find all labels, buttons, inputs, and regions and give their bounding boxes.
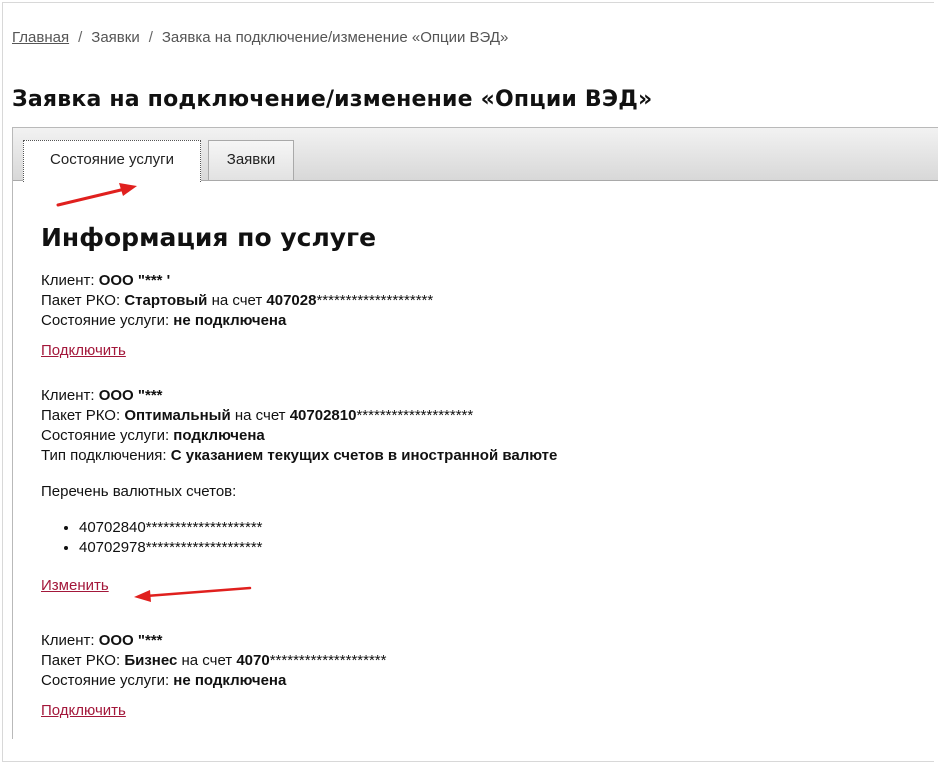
package-label: Пакет РКО: <box>41 652 121 669</box>
package-line: Пакет РКО: Оптимальный на счет 40702810*… <box>41 406 557 426</box>
annotation-arrow-icon <box>56 183 137 207</box>
account-prefix: 407028 <box>266 292 317 309</box>
breadcrumb: Главная / Заявки / Заявка на подключение/изм… <box>12 29 508 46</box>
package-line: Пакет РКО: Стартовый на счет 407028*****… <box>41 291 433 311</box>
state-value: не подключена <box>173 312 287 329</box>
state-label: Состояние услуги: <box>41 672 170 689</box>
package-value: Стартовый <box>124 292 208 309</box>
package-label: Пакет РКО: <box>41 407 121 424</box>
service-card: Клиент: ООО "*** Пакет РКО: Бизнес на сч… <box>41 631 386 721</box>
package-label: Пакет РКО: <box>41 292 121 309</box>
account-prefix: 40702840 <box>79 519 146 536</box>
package-value: Бизнес <box>124 652 178 669</box>
account-prefix: 4070 <box>236 652 270 669</box>
package-value: Оптимальный <box>124 407 231 424</box>
tab-panel: Состояние услуги Заявки Информация по ус… <box>12 127 938 739</box>
account-prefix: 40702810 <box>289 407 357 424</box>
client-line: Клиент: ООО "*** <box>41 386 557 406</box>
breadcrumb-separator: / <box>78 29 83 46</box>
on-account-label: на счет <box>181 652 233 669</box>
connect-link[interactable]: Подключить <box>41 702 126 719</box>
tab-service-state[interactable]: Состояние услуги <box>23 140 201 182</box>
breadcrumb-separator: / <box>148 29 153 46</box>
client-line: Клиент: ООО "*** ' <box>41 271 433 291</box>
client-line: Клиент: ООО "*** <box>41 631 386 651</box>
state-label: Состояние услуги: <box>41 312 170 329</box>
section-title: Информация по услуге <box>41 223 377 252</box>
state-value: подключена <box>173 427 265 444</box>
state-line: Состояние услуги: подключена <box>41 426 557 446</box>
service-info-content: Информация по услуге Клиент: ООО "*** ' … <box>41 223 921 719</box>
breadcrumb-home-link[interactable]: Главная <box>12 29 69 46</box>
currency-list-label: Перечень валютных счетов: <box>41 483 237 500</box>
conn-type-line: Тип подключения: С указанием текущих сче… <box>41 446 557 466</box>
service-card: Клиент: ООО "*** Пакет РКО: Оптимальный … <box>41 386 557 596</box>
breadcrumb-current: Заявка на подключение/изменение «Опции В… <box>161 29 509 46</box>
account-mask: ******************** <box>145 539 263 556</box>
state-line: Состояние услуги: не подключена <box>41 311 433 331</box>
service-card: Клиент: ООО "*** ' Пакет РКО: Стартовый … <box>41 271 433 361</box>
breadcrumb-requests[interactable]: Заявки <box>91 29 139 46</box>
tab-bar: Состояние услуги Заявки <box>13 128 938 182</box>
page-title: Заявка на подключение/изменение «Опции В… <box>12 87 653 112</box>
client-label: Клиент: <box>41 387 95 404</box>
on-account-label: на счет <box>211 292 263 309</box>
tab-requests[interactable]: Заявки <box>208 140 294 180</box>
conn-type-value: С указанием текущих счетов в иностранной… <box>170 447 558 464</box>
annotation-arrow-icon <box>134 586 252 602</box>
account-mask: ******************** <box>145 519 263 536</box>
account-mask: ******************** <box>269 652 387 669</box>
change-link[interactable]: Изменить <box>41 577 109 594</box>
client-value: ООО "*** ' <box>98 272 171 289</box>
package-line: Пакет РКО: Бизнес на счет 4070**********… <box>41 651 386 671</box>
conn-type-label: Тип подключения: <box>41 447 167 464</box>
client-value: ООО "*** <box>98 387 163 404</box>
account-mask: ******************** <box>356 407 474 424</box>
account-mask: ******************** <box>316 292 434 309</box>
account-prefix: 40702978 <box>79 539 146 556</box>
connect-link[interactable]: Подключить <box>41 342 126 359</box>
state-label: Состояние услуги: <box>41 427 170 444</box>
list-item: 40702840******************** <box>79 518 557 538</box>
client-label: Клиент: <box>41 272 95 289</box>
client-value: ООО "*** <box>98 632 163 649</box>
state-value: не подключена <box>173 672 287 689</box>
state-line: Состояние услуги: не подключена <box>41 671 386 691</box>
list-item: 40702978******************** <box>79 538 557 558</box>
client-label: Клиент: <box>41 632 95 649</box>
on-account-label: на счет <box>234 407 286 424</box>
currency-accounts-list: 40702840******************** 40702978***… <box>41 518 557 558</box>
